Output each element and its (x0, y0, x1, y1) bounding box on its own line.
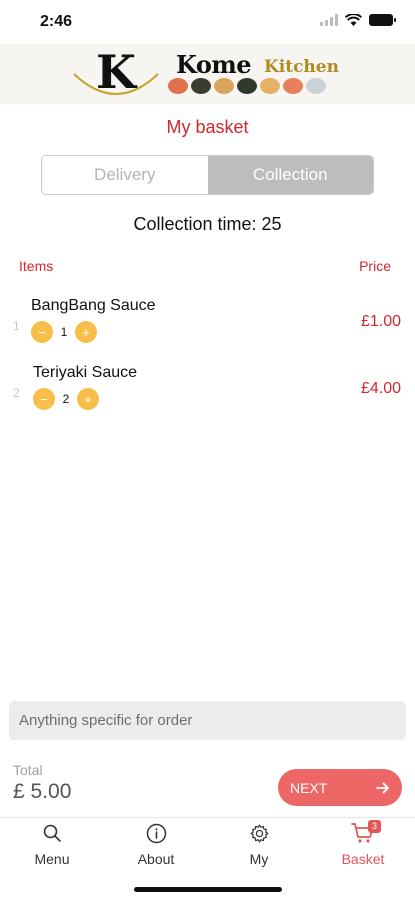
decrease-quantity-button[interactable]: − (33, 388, 55, 410)
food-illustrations (168, 78, 326, 94)
toggle-collection[interactable]: Collection (207, 156, 373, 194)
logo-bowl-icon: K (73, 48, 159, 99)
tab-label: My (249, 851, 269, 867)
tab-about[interactable]: About (116, 821, 196, 867)
arrow-right-icon (376, 782, 389, 793)
shrimp-icon (283, 78, 303, 94)
decrease-quantity-button[interactable]: − (31, 321, 53, 343)
item-name: Teriyaki Sauce (33, 364, 138, 381)
info-icon (146, 823, 166, 843)
page-title: My basket (166, 117, 249, 137)
status-bar: 2:46 (0, 0, 415, 44)
maki-icon (237, 78, 257, 94)
cart-count-badge: 3 (368, 820, 381, 833)
items-header: Items (19, 258, 54, 274)
toggle-delivery[interactable]: Delivery (42, 156, 208, 194)
gear-icon (250, 824, 268, 842)
tab-basket[interactable]: 3 Basket (323, 820, 403, 867)
item-name: BangBang Sauce (31, 297, 156, 314)
quantity-value: 2 (62, 392, 70, 406)
search-icon (43, 824, 61, 842)
dumpling-icon (214, 78, 234, 94)
tab-my[interactable]: My (219, 821, 299, 867)
collection-time: Collection time: 25 (133, 214, 282, 234)
total-label: Total (13, 762, 43, 778)
delivery-mode-toggle: Delivery Collection (41, 155, 374, 195)
brand-name-kitchen: Kitchen (264, 57, 339, 77)
price-header: Price (359, 258, 391, 274)
brand-name-kome: Kome (176, 50, 252, 79)
next-button[interactable]: NEXT (278, 769, 402, 806)
item-index: 2 (13, 386, 20, 400)
logo-letter: K (96, 48, 138, 99)
tab-label: Menu (34, 851, 70, 867)
home-indicator (134, 887, 282, 892)
battery-icon (369, 14, 396, 26)
quantity-stepper: − 2 + (33, 388, 99, 410)
tab-menu[interactable]: Menu (12, 821, 92, 867)
status-time: 2:46 (40, 13, 73, 30)
item-price: £4.00 (360, 380, 401, 397)
tab-bar: Menu About My 3 Basket (0, 817, 415, 900)
total-value: £ 5.00 (13, 780, 72, 803)
cellular-signal-icon (320, 14, 338, 26)
item-price: £1.00 (360, 313, 401, 330)
increase-quantity-button[interactable]: + (75, 321, 97, 343)
ramen-icon (260, 78, 280, 94)
sushi-icon (168, 78, 188, 94)
quantity-stepper: − 1 + (31, 321, 97, 343)
list-item: 1 BangBang Sauce − 1 + £1.00 (0, 297, 415, 357)
quantity-value: 1 (60, 325, 68, 339)
roll-icon (191, 78, 211, 94)
increase-quantity-button[interactable]: + (77, 388, 99, 410)
tab-label: Basket (341, 851, 385, 867)
order-note-input[interactable] (9, 701, 406, 740)
next-button-label: NEXT (290, 779, 328, 796)
brand-banner: K Kome Kitchen (0, 44, 415, 104)
list-item: 2 Teriyaki Sauce − 2 + £4.00 (0, 364, 415, 424)
rice-ball-icon (306, 78, 326, 94)
wifi-icon (345, 14, 362, 26)
item-index: 1 (13, 319, 20, 333)
tab-label: About (137, 851, 175, 867)
